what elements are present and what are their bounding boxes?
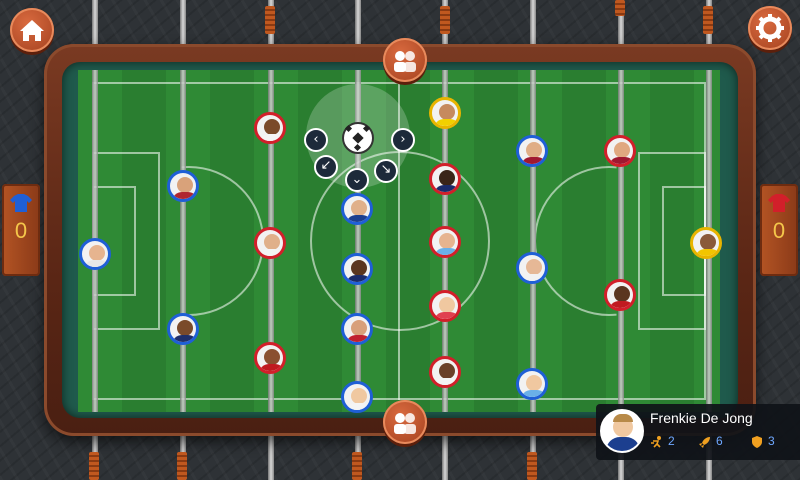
running-speed-icon <box>651 435 661 448</box>
player-defender-left[interactable] <box>167 313 199 345</box>
score-right-value: 0 <box>772 218 786 243</box>
player-midfielder-right[interactable] <box>429 163 461 195</box>
rod-over <box>618 70 624 412</box>
player-forward-left[interactable] <box>516 252 548 284</box>
player-defender-right[interactable] <box>604 135 636 167</box>
stat-shot-value: 6 <box>716 434 723 448</box>
player-midfielder-right[interactable] <box>429 356 461 388</box>
player-midfielder-right[interactable] <box>429 290 461 322</box>
player-goalkeeper-left[interactable] <box>79 238 111 270</box>
rod-handle[interactable] <box>615 0 625 16</box>
rod-over <box>180 70 186 412</box>
selected-player-name: Frenkie De Jong <box>650 410 753 426</box>
swap-players-icon <box>394 51 416 72</box>
selected-player-avatar <box>600 409 644 453</box>
rod-handle[interactable] <box>703 6 713 34</box>
stat-shot: 6 <box>698 434 723 449</box>
player-forward-left[interactable] <box>516 368 548 400</box>
player-defender-left[interactable] <box>167 170 199 202</box>
score-left: 0 <box>2 184 40 276</box>
stat-defense-value: 3 <box>768 434 775 448</box>
swap-players-bottom-button[interactable] <box>383 400 427 444</box>
stat-defense: 3 <box>750 434 775 449</box>
blue-shirt-icon <box>10 194 32 212</box>
stat-speed-value: 2 <box>668 434 675 448</box>
home-icon <box>20 20 44 41</box>
rod-handle[interactable] <box>440 6 450 34</box>
settings-button[interactable] <box>748 6 792 50</box>
gear-icon <box>756 14 784 42</box>
rod-handle[interactable] <box>265 6 275 34</box>
selected-player-panel: Frenkie De Jong 2 6 3 <box>596 404 800 460</box>
score-left-value: 0 <box>14 218 28 243</box>
rod-handle[interactable] <box>177 452 187 480</box>
rod-handle[interactable] <box>89 452 99 480</box>
stat-speed: 2 <box>650 434 675 449</box>
player-midfielder-left[interactable] <box>341 193 373 225</box>
rod-over <box>530 70 536 412</box>
rocket-shot-icon <box>699 436 710 448</box>
player-defender-right[interactable] <box>604 279 636 311</box>
soccer-ball-icon[interactable] <box>342 122 374 154</box>
red-shirt-icon <box>768 194 790 212</box>
diagonal-down-right-icon[interactable]: ↘ <box>374 159 398 183</box>
player-midfielder-left[interactable] <box>341 313 373 345</box>
player-forward-right[interactable] <box>254 342 286 374</box>
player-midfielder-right[interactable] <box>429 97 461 129</box>
swap-players-icon <box>394 413 416 434</box>
rod-handle[interactable] <box>527 452 537 480</box>
player-midfielder-right[interactable] <box>429 226 461 258</box>
player-midfielder-left[interactable] <box>341 253 373 285</box>
chevron-right-icon[interactable]: › <box>391 128 415 152</box>
player-midfielder-left[interactable] <box>341 381 373 413</box>
chevron-down-icon[interactable]: ⌄ <box>345 168 369 192</box>
chevron-left-icon[interactable]: ‹ <box>304 128 328 152</box>
score-right: 0 <box>760 184 798 276</box>
swap-players-top-button[interactable] <box>383 38 427 82</box>
player-goalkeeper-right[interactable] <box>690 227 722 259</box>
player-forward-left[interactable] <box>516 135 548 167</box>
diagonal-down-left-icon[interactable]: ↙ <box>314 155 338 179</box>
home-button[interactable] <box>10 8 54 52</box>
shield-defense-icon <box>752 435 762 448</box>
rod-handle[interactable] <box>352 452 362 480</box>
player-forward-right[interactable] <box>254 112 286 144</box>
player-forward-right[interactable] <box>254 227 286 259</box>
